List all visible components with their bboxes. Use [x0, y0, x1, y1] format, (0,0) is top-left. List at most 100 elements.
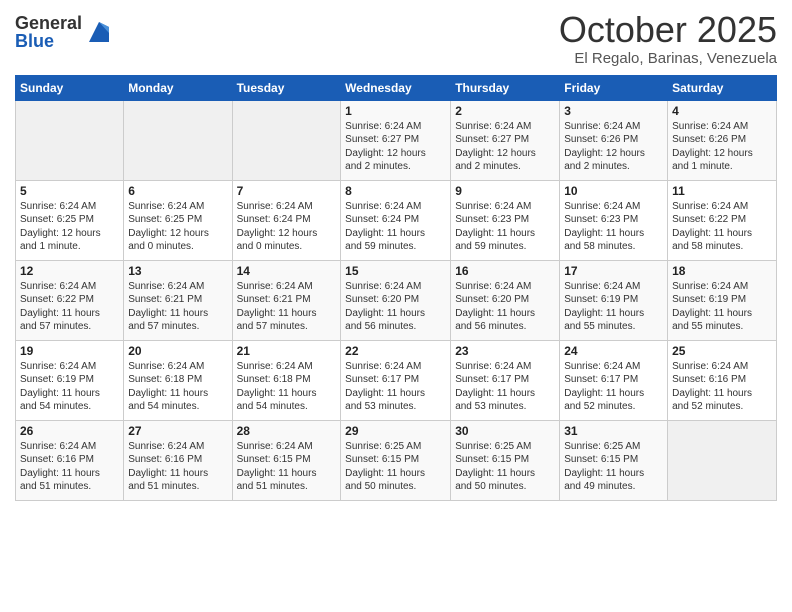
day-info: Sunrise: 6:25 AM Sunset: 6:15 PM Dayligh… [455, 440, 555, 494]
day-info: Sunrise: 6:24 AM Sunset: 6:26 PM Dayligh… [564, 120, 663, 174]
day-number: 2 [455, 104, 555, 118]
calendar-cell: 26Sunrise: 6:24 AM Sunset: 6:16 PM Dayli… [16, 420, 124, 500]
day-info: Sunrise: 6:24 AM Sunset: 6:17 PM Dayligh… [345, 360, 446, 414]
day-number: 22 [345, 344, 446, 358]
day-number: 1 [345, 104, 446, 118]
day-info: Sunrise: 6:24 AM Sunset: 6:22 PM Dayligh… [20, 280, 119, 334]
header-wednesday: Wednesday [341, 75, 451, 100]
calendar-cell: 14 Sunrise: 6:24 AM Sunset: 6:21 PM Dayli… [232, 260, 341, 340]
day-number: 24 [564, 344, 663, 358]
calendar-cell: 31 Sunrise: 6:25 AM Sunset: 6:15 PM Dayli… [560, 420, 668, 500]
header-saturday: Saturday [668, 75, 777, 100]
day-info: Sunrise: 6:24 AM Sunset: 6:20 PM Dayligh… [455, 280, 555, 334]
calendar-cell: 3 Sunrise: 6:24 AM Sunset: 6:26 PM Daylig… [560, 100, 668, 180]
calendar-cell: 30 Sunrise: 6:25 AM Sunset: 6:15 PM Dayli… [451, 420, 560, 500]
calendar-cell: 29Sunrise: 6:25 AM Sunset: 6:15 PM Dayli… [341, 420, 451, 500]
calendar-cell: 11 Sunrise: 6:24 AM Sunset: 6:22 PM Dayli… [668, 180, 777, 260]
day-number: 9 [455, 184, 555, 198]
day-number: 21 [237, 344, 337, 358]
day-number: 23 [455, 344, 555, 358]
day-info: Sunrise: 6:24 AM Sunset: 6:15 PM Dayligh… [237, 440, 337, 494]
day-info: Sunrise: 6:24 AM Sunset: 6:25 PM Dayligh… [20, 200, 119, 254]
month-title: October 2025 [559, 10, 777, 50]
calendar-cell: 10 Sunrise: 6:24 AM Sunset: 6:23 PM Dayli… [560, 180, 668, 260]
day-number: 13 [128, 264, 227, 278]
calendar-cell: 8Sunrise: 6:24 AM Sunset: 6:24 PM Daylig… [341, 180, 451, 260]
day-number: 28 [237, 424, 337, 438]
calendar-cell: 20Sunrise: 6:24 AM Sunset: 6:18 PM Dayli… [124, 340, 232, 420]
day-info: Sunrise: 6:24 AM Sunset: 6:26 PM Dayligh… [672, 120, 772, 174]
day-number: 31 [564, 424, 663, 438]
day-number: 25 [672, 344, 772, 358]
day-number: 26 [20, 424, 119, 438]
day-number: 30 [455, 424, 555, 438]
day-number: 4 [672, 104, 772, 118]
day-info: Sunrise: 6:24 AM Sunset: 6:23 PM Dayligh… [564, 200, 663, 254]
location: El Regalo, Barinas, Venezuela [559, 50, 777, 67]
calendar-cell: 17 Sunrise: 6:24 AM Sunset: 6:19 PM Dayli… [560, 260, 668, 340]
day-info: Sunrise: 6:24 AM Sunset: 6:22 PM Dayligh… [672, 200, 772, 254]
day-info: Sunrise: 6:24 AM Sunset: 6:21 PM Dayligh… [128, 280, 227, 334]
day-number: 19 [20, 344, 119, 358]
day-info: Sunrise: 6:24 AM Sunset: 6:25 PM Dayligh… [128, 200, 227, 254]
day-header-row: Sunday Monday Tuesday Wednesday Thursday… [16, 75, 777, 100]
day-number: 17 [564, 264, 663, 278]
calendar-cell: 23Sunrise: 6:24 AM Sunset: 6:17 PM Dayli… [451, 340, 560, 420]
page-header: General Blue October 2025 El Regalo, Bar… [15, 10, 777, 67]
logo: General Blue [15, 14, 114, 50]
calendar-cell: 12Sunrise: 6:24 AM Sunset: 6:22 PM Dayli… [16, 260, 124, 340]
header-thursday: Thursday [451, 75, 560, 100]
logo-blue-text: Blue [15, 32, 82, 50]
calendar-body: 1 Sunrise: 6:24 AM Sunset: 6:27 PM Daylig… [16, 100, 777, 500]
calendar-header: Sunday Monday Tuesday Wednesday Thursday… [16, 75, 777, 100]
calendar-table: Sunday Monday Tuesday Wednesday Thursday… [15, 75, 777, 501]
day-info: Sunrise: 6:24 AM Sunset: 6:19 PM Dayligh… [564, 280, 663, 334]
day-info: Sunrise: 6:24 AM Sunset: 6:27 PM Dayligh… [455, 120, 555, 174]
day-number: 14 [237, 264, 337, 278]
logo-icon [84, 17, 114, 47]
calendar-cell: 25 Sunrise: 6:24 AM Sunset: 6:16 PM Dayli… [668, 340, 777, 420]
day-number: 6 [128, 184, 227, 198]
day-info: Sunrise: 6:25 AM Sunset: 6:15 PM Dayligh… [345, 440, 446, 494]
calendar-cell: 22 Sunrise: 6:24 AM Sunset: 6:17 PM Dayli… [341, 340, 451, 420]
calendar-cell: 7 Sunrise: 6:24 AM Sunset: 6:24 PM Daylig… [232, 180, 341, 260]
calendar-week-0: 1 Sunrise: 6:24 AM Sunset: 6:27 PM Daylig… [16, 100, 777, 180]
calendar-week-4: 26Sunrise: 6:24 AM Sunset: 6:16 PM Dayli… [16, 420, 777, 500]
day-number: 3 [564, 104, 663, 118]
day-info: Sunrise: 6:24 AM Sunset: 6:18 PM Dayligh… [237, 360, 337, 414]
day-number: 16 [455, 264, 555, 278]
calendar-cell: 24Sunrise: 6:24 AM Sunset: 6:17 PM Dayli… [560, 340, 668, 420]
calendar-cell: 5Sunrise: 6:24 AM Sunset: 6:25 PM Daylig… [16, 180, 124, 260]
header-sunday: Sunday [16, 75, 124, 100]
calendar-cell: 16 Sunrise: 6:24 AM Sunset: 6:20 PM Dayli… [451, 260, 560, 340]
title-section: October 2025 El Regalo, Barinas, Venezue… [559, 10, 777, 67]
calendar-cell: 6 Sunrise: 6:24 AM Sunset: 6:25 PM Daylig… [124, 180, 232, 260]
day-number: 7 [237, 184, 337, 198]
calendar-cell [16, 100, 124, 180]
day-info: Sunrise: 6:24 AM Sunset: 6:19 PM Dayligh… [672, 280, 772, 334]
day-number: 11 [672, 184, 772, 198]
day-info: Sunrise: 6:24 AM Sunset: 6:23 PM Dayligh… [455, 200, 555, 254]
day-number: 10 [564, 184, 663, 198]
day-info: Sunrise: 6:24 AM Sunset: 6:16 PM Dayligh… [672, 360, 772, 414]
calendar-cell: 4 Sunrise: 6:24 AM Sunset: 6:26 PM Daylig… [668, 100, 777, 180]
calendar-cell [668, 420, 777, 500]
day-info: Sunrise: 6:25 AM Sunset: 6:15 PM Dayligh… [564, 440, 663, 494]
day-info: Sunrise: 6:24 AM Sunset: 6:27 PM Dayligh… [345, 120, 446, 174]
day-info: Sunrise: 6:24 AM Sunset: 6:21 PM Dayligh… [237, 280, 337, 334]
header-tuesday: Tuesday [232, 75, 341, 100]
header-friday: Friday [560, 75, 668, 100]
calendar-week-1: 5Sunrise: 6:24 AM Sunset: 6:25 PM Daylig… [16, 180, 777, 260]
calendar-cell: 28 Sunrise: 6:24 AM Sunset: 6:15 PM Dayli… [232, 420, 341, 500]
calendar-week-2: 12Sunrise: 6:24 AM Sunset: 6:22 PM Dayli… [16, 260, 777, 340]
day-number: 8 [345, 184, 446, 198]
day-info: Sunrise: 6:24 AM Sunset: 6:20 PM Dayligh… [345, 280, 446, 334]
day-number: 20 [128, 344, 227, 358]
calendar-cell: 27Sunrise: 6:24 AM Sunset: 6:16 PM Dayli… [124, 420, 232, 500]
calendar-cell: 13 Sunrise: 6:24 AM Sunset: 6:21 PM Dayli… [124, 260, 232, 340]
calendar-cell: 2 Sunrise: 6:24 AM Sunset: 6:27 PM Daylig… [451, 100, 560, 180]
calendar-week-3: 19Sunrise: 6:24 AM Sunset: 6:19 PM Dayli… [16, 340, 777, 420]
calendar-cell: 19Sunrise: 6:24 AM Sunset: 6:19 PM Dayli… [16, 340, 124, 420]
calendar-cell: 21 Sunrise: 6:24 AM Sunset: 6:18 PM Dayli… [232, 340, 341, 420]
day-info: Sunrise: 6:24 AM Sunset: 6:24 PM Dayligh… [237, 200, 337, 254]
